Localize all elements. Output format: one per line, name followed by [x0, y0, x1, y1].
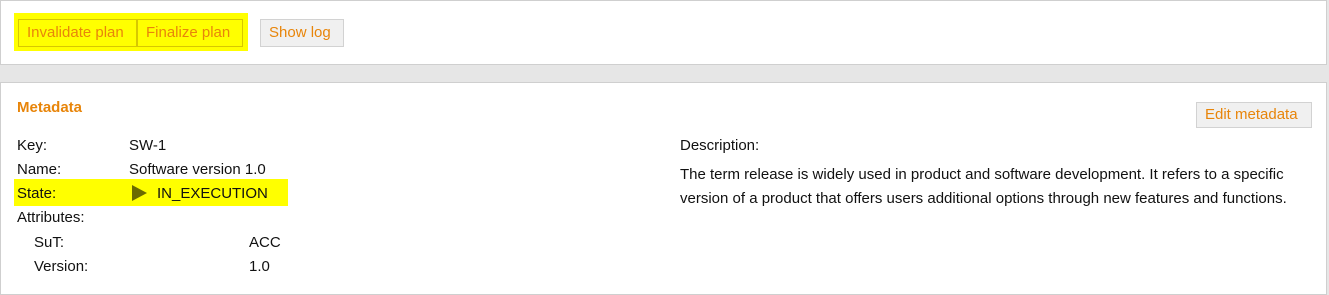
- description-label: Description:: [680, 137, 760, 154]
- key-label: Key:: [17, 137, 48, 154]
- finalize-plan-button[interactable]: Finalize plan: [137, 19, 243, 47]
- play-icon: [132, 185, 147, 201]
- state-value: IN_EXECUTION: [157, 185, 268, 202]
- invalidate-plan-button[interactable]: Invalidate plan: [18, 19, 137, 47]
- attributes-label: Attributes:: [17, 209, 85, 226]
- state-label: State:: [17, 185, 57, 202]
- name-value: Software version 1.0: [129, 161, 266, 178]
- name-label: Name:: [17, 161, 62, 178]
- show-log-button[interactable]: Show log: [260, 19, 344, 47]
- attribute-version-label: Version:: [34, 258, 89, 275]
- metadata-title: Metadata: [17, 99, 83, 116]
- attribute-sut-label: SuT:: [34, 234, 65, 251]
- key-value: SW-1: [129, 137, 167, 154]
- description-text: The term release is widely used in produ…: [680, 166, 1287, 207]
- attribute-version-value: 1.0: [249, 258, 270, 275]
- attribute-sut-value: ACC: [249, 234, 281, 251]
- edit-metadata-button[interactable]: Edit metadata: [1196, 102, 1312, 128]
- metadata-panel: Metadata Edit metadata Key: SW-1 Name: S…: [0, 82, 1327, 295]
